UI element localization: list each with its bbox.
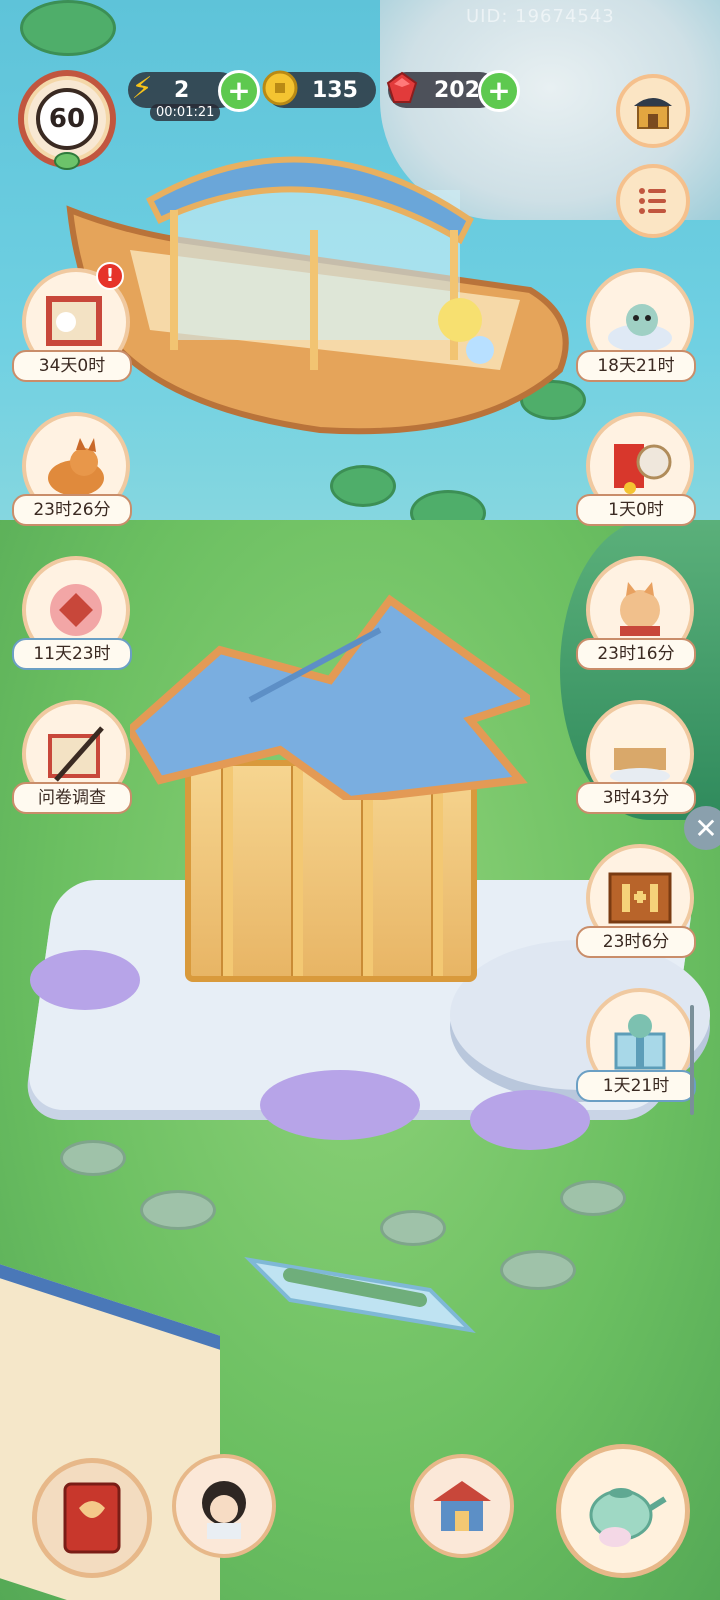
- purple-bush: [30, 950, 140, 1010]
- event-timer-label: 23时26分: [12, 494, 132, 526]
- event-timer-label: 23时6分: [576, 926, 696, 958]
- lightning-icon: ⚡: [131, 70, 153, 106]
- add-gems-button[interactable]: +: [478, 70, 520, 112]
- event-survey-button[interactable]: 问卷调查: [12, 700, 132, 820]
- event-cake-button[interactable]: 3时43分: [576, 700, 696, 820]
- event-bells-button[interactable]: 11天23时: [12, 556, 132, 676]
- lily-pad: [20, 0, 116, 56]
- energy-counter: ⚡ 2 +: [128, 70, 260, 112]
- coin-value: 135: [312, 77, 358, 103]
- event-timer-label: 23时16分: [576, 638, 696, 670]
- shop-icon: [634, 98, 672, 129]
- event-timer-label: 11天23时: [12, 638, 132, 670]
- level-gem-icon: [54, 152, 80, 170]
- event-timer-label: 1天21时: [576, 1070, 696, 1102]
- event-timer-label: 18天21时: [576, 350, 696, 382]
- ruby-icon: [382, 68, 422, 108]
- event-one-plus-one-button[interactable]: 23时6分: [576, 844, 696, 964]
- event-gift-cat-button[interactable]: 1天21时: [576, 988, 696, 1108]
- add-energy-button[interactable]: +: [218, 70, 260, 112]
- menu-button[interactable]: [616, 164, 690, 238]
- event-cat-cloud-button[interactable]: 18天21时: [576, 268, 696, 388]
- list-menu-icon: [639, 188, 666, 214]
- level-number: 60: [36, 88, 98, 150]
- energy-timer: 00:01:21: [150, 104, 221, 121]
- purple-bush: [260, 1070, 420, 1140]
- garden-table[interactable]: [230, 1230, 480, 1350]
- event-list-scrollbar[interactable]: [690, 1005, 694, 1115]
- alert-badge: !: [96, 262, 124, 290]
- gem-value: 202: [434, 77, 480, 103]
- gem-counter: 202 +: [386, 70, 520, 112]
- lady-portrait-icon: [202, 1481, 246, 1539]
- teapot-icon: [589, 1488, 667, 1547]
- stepping-stone: [500, 1250, 576, 1290]
- book-icon: [63, 1482, 121, 1554]
- pavilion-boat[interactable]: [60, 150, 580, 440]
- stepping-stone: [140, 1190, 216, 1230]
- survey-label: 问卷调查: [12, 782, 132, 814]
- storybook-button[interactable]: [32, 1458, 152, 1578]
- event-envelope-button[interactable]: 1天0时: [576, 412, 696, 532]
- event-letter-button[interactable]: ! 34天0时: [12, 262, 132, 388]
- character-button[interactable]: [172, 1454, 276, 1558]
- coin-icon: [260, 68, 300, 108]
- pavilion-roof: [130, 594, 530, 800]
- decorate-button[interactable]: [410, 1454, 514, 1558]
- event-fox-button[interactable]: 23时26分: [12, 412, 132, 532]
- shop-button[interactable]: [616, 74, 690, 148]
- event-timer-label: 1天0时: [576, 494, 696, 526]
- energy-value: 2: [174, 77, 190, 103]
- purple-bush: [470, 1090, 590, 1150]
- event-lucky-cat-button[interactable]: 23时16分: [576, 556, 696, 676]
- stepping-stone: [60, 1140, 126, 1176]
- player-level-badge[interactable]: 60: [18, 70, 116, 170]
- lily-pad: [330, 465, 396, 507]
- coin-counter: 135: [262, 70, 376, 108]
- event-timer-label: 34天0时: [12, 350, 132, 382]
- event-timer-label: 3时43分: [576, 782, 696, 814]
- house-icon: [433, 1481, 491, 1531]
- teahouse-button[interactable]: [556, 1444, 690, 1578]
- stepping-stone: [560, 1180, 626, 1216]
- uid-text: UID: 19674543: [466, 6, 615, 27]
